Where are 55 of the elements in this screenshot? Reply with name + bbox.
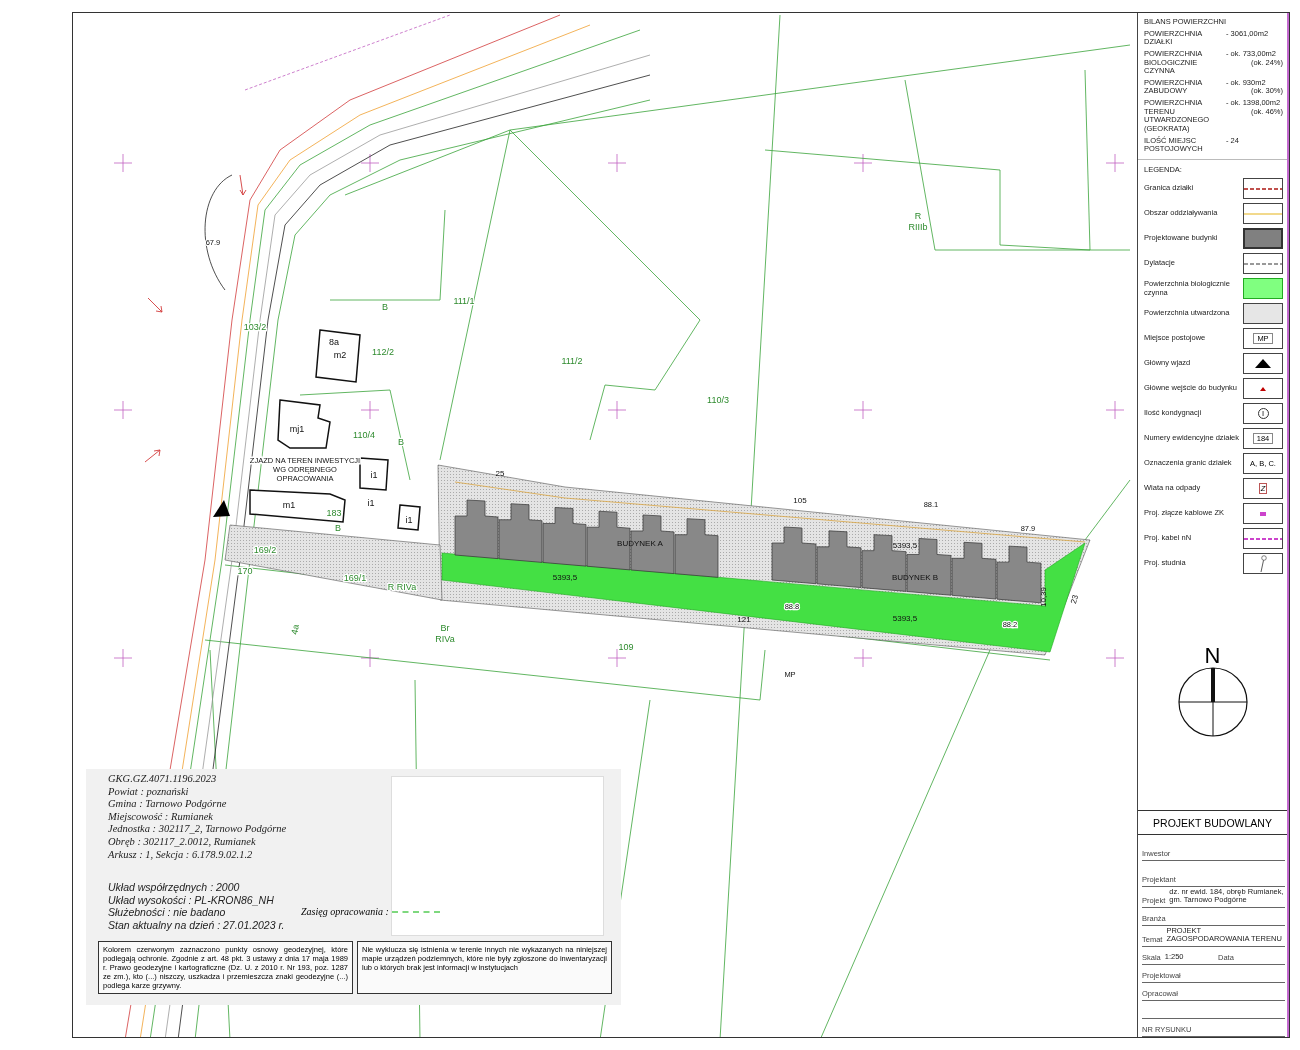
land-class-label: B [398,437,404,447]
land-class-label: RIVa [435,634,455,644]
dimension-label: 5393,5 [892,614,918,623]
land-class-label: Br [440,623,450,633]
survey-info-line: GKG.GZ.4071.1196.2023 [108,773,218,786]
land-class-label: RIIIb [908,222,928,232]
parcel-number: 112/2 [372,347,394,357]
building-label: m2 [333,350,347,360]
survey-info-line: Arkusz : 1, Sekcja : 6.178.9.02.1.2 [108,848,254,862]
parcel-number: 169/1 [343,573,367,583]
survey-info-line: Miejscowość : Rumianek [108,810,214,824]
land-class-label: R RIVa [387,582,417,592]
survey-info-line: Służebności : nie badano [108,906,227,919]
land-class-label: B [335,523,341,533]
dimension-label: 25 [495,469,505,478]
range-label: Zasięg opracowania : [301,906,389,917]
range-line-sample [391,910,440,913]
land-class-label: B [382,302,388,312]
building-label: i1 [367,498,375,508]
parcel-number: 4a [289,623,301,636]
parcel-number: 110/4 [353,430,375,440]
dimension-label: 5393,5 [892,541,918,550]
dimension-label: 105 [793,496,807,505]
dimension-label: 121 [737,615,751,624]
building-label: i1 [370,470,378,480]
building-label: 8a [329,337,339,347]
parcel-number: 109 [618,642,634,652]
building-label: i1 [405,515,413,525]
survey-info-line: Obręb : 302117_2.0012, Rumianek [108,835,257,849]
land-class-label: R [914,211,922,221]
parcel-number: 110/3 [707,395,729,405]
survey-info-line: Powiat : poznański [108,785,190,799]
title-block-heading: PROJEKT BUDOWLANY [1138,810,1287,835]
dimension-label: 23 [1069,593,1081,605]
entrance-arrow-icon [213,500,230,517]
parcel-number: 103/2 [243,322,267,332]
building-name: BUDYNEK B [891,573,939,582]
parcel-number: 183 [326,508,342,518]
compass-label: N [1204,646,1221,667]
dimension-label: 5393,5 [552,573,578,582]
survey-info-line: Układ współrzędnych : 2000 [108,881,241,894]
parcel-number: 111/1 [453,296,475,306]
survey-info-line: Układ wysokości : PL-KRON86_NH [108,893,275,907]
dimension-label: 10,39 [1039,587,1048,607]
building-label: m1 [282,500,296,510]
building-label: mj1 [289,424,305,434]
well-icon [1258,555,1268,573]
parcel-number: 111/2 [561,356,583,366]
survey-info-line: Jednostka : 302117_2, Tarnowo Podgórne [108,823,287,836]
survey-info-line: Gmina : Tarnowo Podgórne [108,798,228,811]
compass-icon [1176,666,1249,739]
building-name: BUDYNEK A [617,539,663,548]
parcel-number: 169/2 [253,545,277,555]
hatch-swatch [1243,303,1283,325]
survey-info-line: Stan aktualny na dzień : 27.01.2023 r. [108,918,285,932]
